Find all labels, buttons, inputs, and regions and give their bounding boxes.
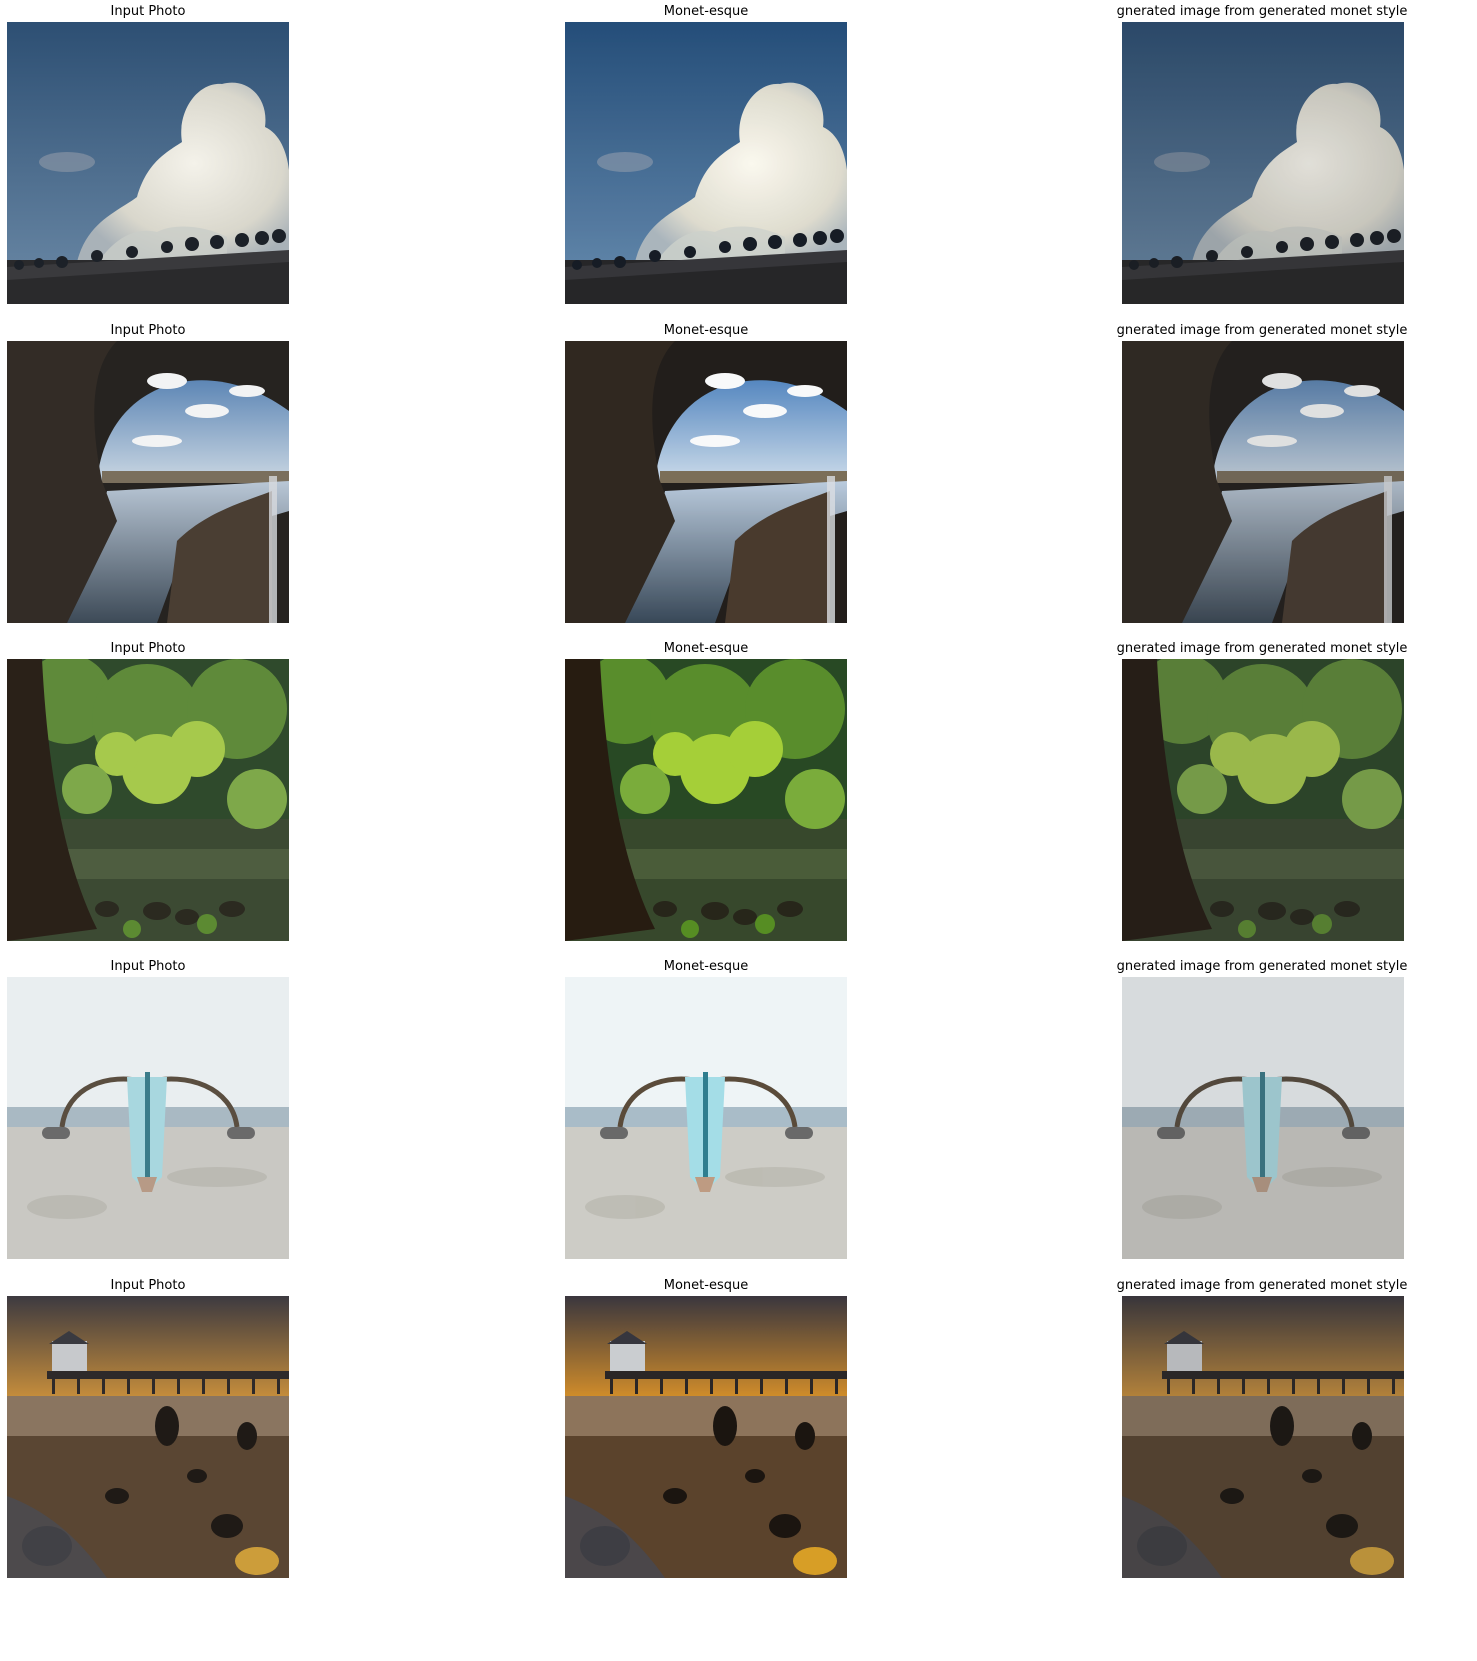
input-photo-title: Input Photo	[110, 323, 186, 338]
photo-image	[7, 22, 289, 304]
input-photo-title: Input Photo	[110, 4, 186, 19]
forest-illustration	[1122, 659, 1404, 941]
photo-image	[7, 1296, 289, 1578]
photo-image	[7, 659, 289, 941]
cloud-landscape-illustration	[7, 22, 289, 304]
reconstructed-image	[1122, 977, 1404, 1259]
reconstructed-image	[1122, 659, 1404, 941]
pier-sunset-illustration	[1122, 1296, 1404, 1578]
reconstructed-image	[1122, 341, 1404, 623]
bridge-arch-illustration	[7, 341, 289, 623]
forest-illustration	[7, 659, 289, 941]
reconstructed-image	[1122, 22, 1404, 304]
beach-boat-illustration	[565, 977, 847, 1259]
reconstructed-title: gnerated image from generated monet styl…	[1116, 1278, 1408, 1293]
monet-painting-image	[565, 977, 847, 1259]
monet-painting-image	[565, 659, 847, 941]
pier-sunset-illustration	[7, 1296, 289, 1578]
reconstructed-title: gnerated image from generated monet styl…	[1116, 959, 1408, 974]
monet-esque-title: Monet-esque	[663, 323, 749, 338]
forest-illustration	[565, 659, 847, 941]
monet-painting-image	[565, 22, 847, 304]
photo-image	[7, 977, 289, 1259]
input-photo-title: Input Photo	[110, 641, 186, 656]
cloud-landscape-illustration	[1122, 22, 1404, 304]
monet-esque-title: Monet-esque	[663, 641, 749, 656]
reconstructed-image	[1122, 1296, 1404, 1578]
pier-sunset-illustration	[565, 1296, 847, 1578]
monet-painting-image	[565, 1296, 847, 1578]
monet-esque-title: Monet-esque	[663, 4, 749, 19]
bridge-arch-illustration	[1122, 341, 1404, 623]
monet-esque-title: Monet-esque	[663, 959, 749, 974]
monet-painting-image	[565, 341, 847, 623]
cloud-landscape-illustration	[565, 22, 847, 304]
reconstructed-title: gnerated image from generated monet styl…	[1116, 323, 1408, 338]
reconstructed-title: gnerated image from generated monet styl…	[1116, 641, 1408, 656]
beach-boat-illustration	[1122, 977, 1404, 1259]
bridge-arch-illustration	[565, 341, 847, 623]
reconstructed-title: gnerated image from generated monet styl…	[1116, 4, 1408, 19]
monet-esque-title: Monet-esque	[663, 1278, 749, 1293]
photo-image	[7, 341, 289, 623]
beach-boat-illustration	[7, 977, 289, 1259]
input-photo-title: Input Photo	[110, 959, 186, 974]
input-photo-title: Input Photo	[110, 1278, 186, 1293]
